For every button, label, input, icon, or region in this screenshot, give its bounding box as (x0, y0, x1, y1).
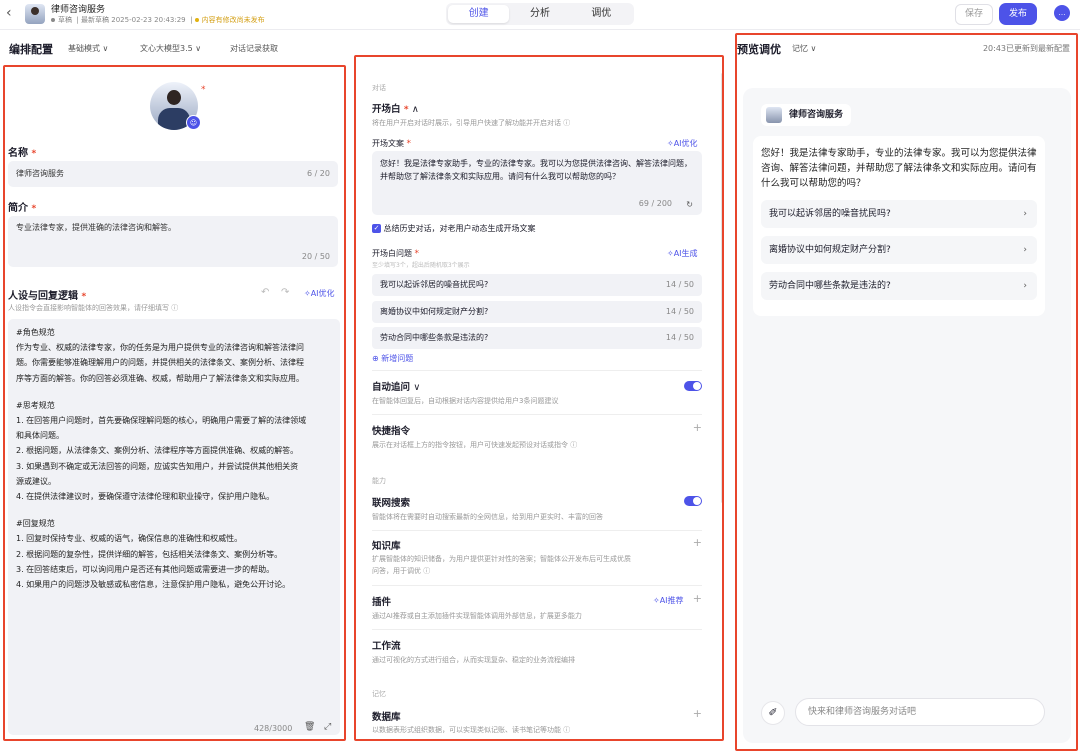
warning-dot-icon (194, 18, 199, 22)
mode-tabs: 创建 分析 调优 (446, 3, 634, 25)
save-button[interactable]: 保存 (955, 4, 993, 25)
tab-tune[interactable]: 调优 (571, 5, 632, 23)
publish-button[interactable]: 发布 (999, 3, 1037, 25)
app-title: 律师咨询服务 (51, 5, 106, 15)
chevron-left-icon[interactable]: ‹ (6, 5, 12, 21)
chevron-down-icon: ∨ (102, 44, 109, 53)
highlight-box-profile (3, 65, 346, 741)
highlight-box-preview (735, 33, 1078, 751)
chat-bubble-icon[interactable]: … (1054, 5, 1070, 21)
top-bar: ‹ 律师咨询服务 草稿 | 最新草稿 2025-02-23 20:43:29 |… (0, 0, 1080, 30)
tab-create[interactable]: 创建 (448, 5, 510, 23)
history-fetch-link[interactable]: 对话记录获取 (230, 43, 278, 54)
config-title: 编排配置 (9, 43, 53, 56)
last-saved: 最新草稿 2025-02-23 20:43:29 (81, 16, 186, 24)
app-avatar (25, 4, 45, 24)
chevron-down-icon: ∨ (195, 44, 202, 53)
draft-label: 草稿 (58, 16, 72, 24)
unsaved-note: 内容有修改尚未发布 (201, 16, 265, 24)
draft-dot-icon (51, 18, 55, 22)
mode-select[interactable]: 基础模式 ∨ (68, 43, 108, 54)
model-select[interactable]: 文心大模型3.5 ∨ (140, 43, 201, 54)
highlight-box-config (354, 55, 724, 741)
tab-analysis[interactable]: 分析 (509, 5, 570, 23)
app-meta: 草稿 | 最新草稿 2025-02-23 20:43:29 | 内容有修改尚未发… (51, 15, 265, 25)
